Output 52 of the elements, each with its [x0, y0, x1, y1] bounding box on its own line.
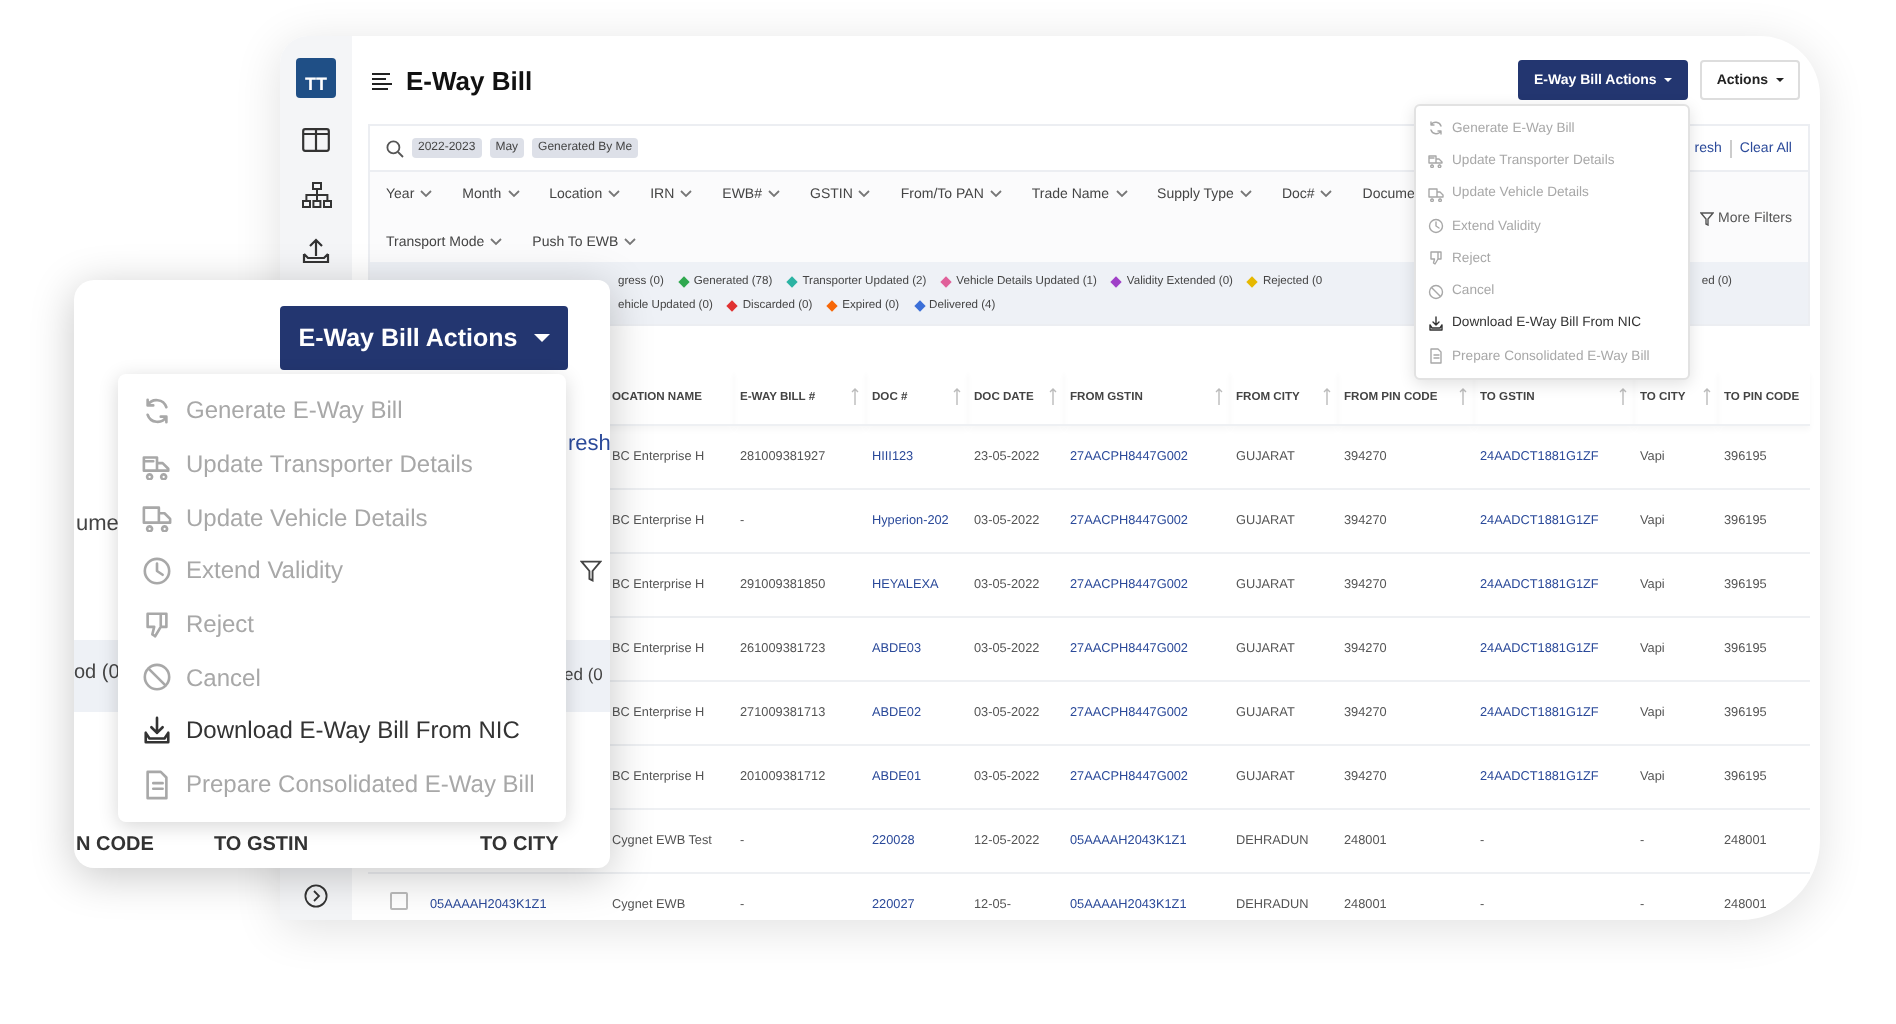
cancel-icon	[142, 662, 172, 693]
menu-item[interactable]: Download E-Way Bill From NIC	[118, 704, 566, 758]
column-header: N CODE	[76, 834, 154, 856]
truck-icon	[1428, 152, 1444, 169]
document-icon	[142, 769, 172, 800]
caret-icon	[768, 190, 780, 198]
filter-icon	[580, 560, 602, 582]
truck-icon	[142, 502, 172, 533]
caret-icon	[1320, 190, 1333, 198]
sort-icon[interactable]	[1214, 388, 1224, 406]
column-header: TO CITY	[480, 834, 559, 856]
thumbs-down-icon	[142, 609, 172, 640]
document-icon	[1428, 348, 1444, 365]
caret-icon	[608, 190, 621, 198]
truck-icon	[1428, 185, 1444, 202]
actions-button[interactable]: E-Way Bill Actions	[280, 306, 568, 370]
sort-icon[interactable]	[1618, 388, 1628, 406]
sort-icon[interactable]	[952, 388, 962, 406]
upload-icon[interactable]	[302, 238, 330, 264]
caret-icon	[624, 238, 637, 246]
download-icon	[142, 715, 172, 746]
caret-icon	[490, 238, 503, 246]
caret-icon	[507, 190, 520, 198]
logo[interactable]: TT	[296, 58, 336, 98]
row-checkbox[interactable]	[390, 892, 408, 911]
caret-icon	[420, 190, 433, 198]
cancel-icon	[1428, 283, 1444, 300]
caret-icon	[680, 190, 693, 198]
sort-icon[interactable]	[850, 388, 860, 406]
filter-icon	[1700, 211, 1715, 225]
columns-icon[interactable]	[302, 128, 330, 152]
sort-icon[interactable]	[1702, 388, 1712, 406]
thumbs-down-icon	[1428, 250, 1444, 267]
filter-label: ume	[76, 512, 119, 536]
sort-icon[interactable]	[1048, 388, 1058, 406]
expand-icon[interactable]	[304, 884, 328, 908]
menu-icon[interactable]	[372, 71, 394, 89]
caret-icon	[1115, 190, 1128, 198]
refresh-icon	[1428, 120, 1444, 137]
search-icon[interactable]	[386, 139, 404, 157]
clock-icon	[1428, 218, 1444, 235]
caret-icon	[858, 190, 871, 198]
caret-icon	[1239, 190, 1252, 198]
page-title: E-Way Bill	[406, 65, 533, 95]
clock-icon	[142, 555, 172, 586]
sort-icon[interactable]	[1458, 388, 1468, 406]
column-header: TO GSTIN	[214, 834, 309, 856]
download-icon	[1428, 315, 1444, 332]
refresh-icon	[142, 395, 172, 426]
sitemap-icon[interactable]	[301, 182, 331, 208]
caret-icon	[989, 190, 1002, 198]
sort-icon[interactable]	[1322, 388, 1332, 406]
